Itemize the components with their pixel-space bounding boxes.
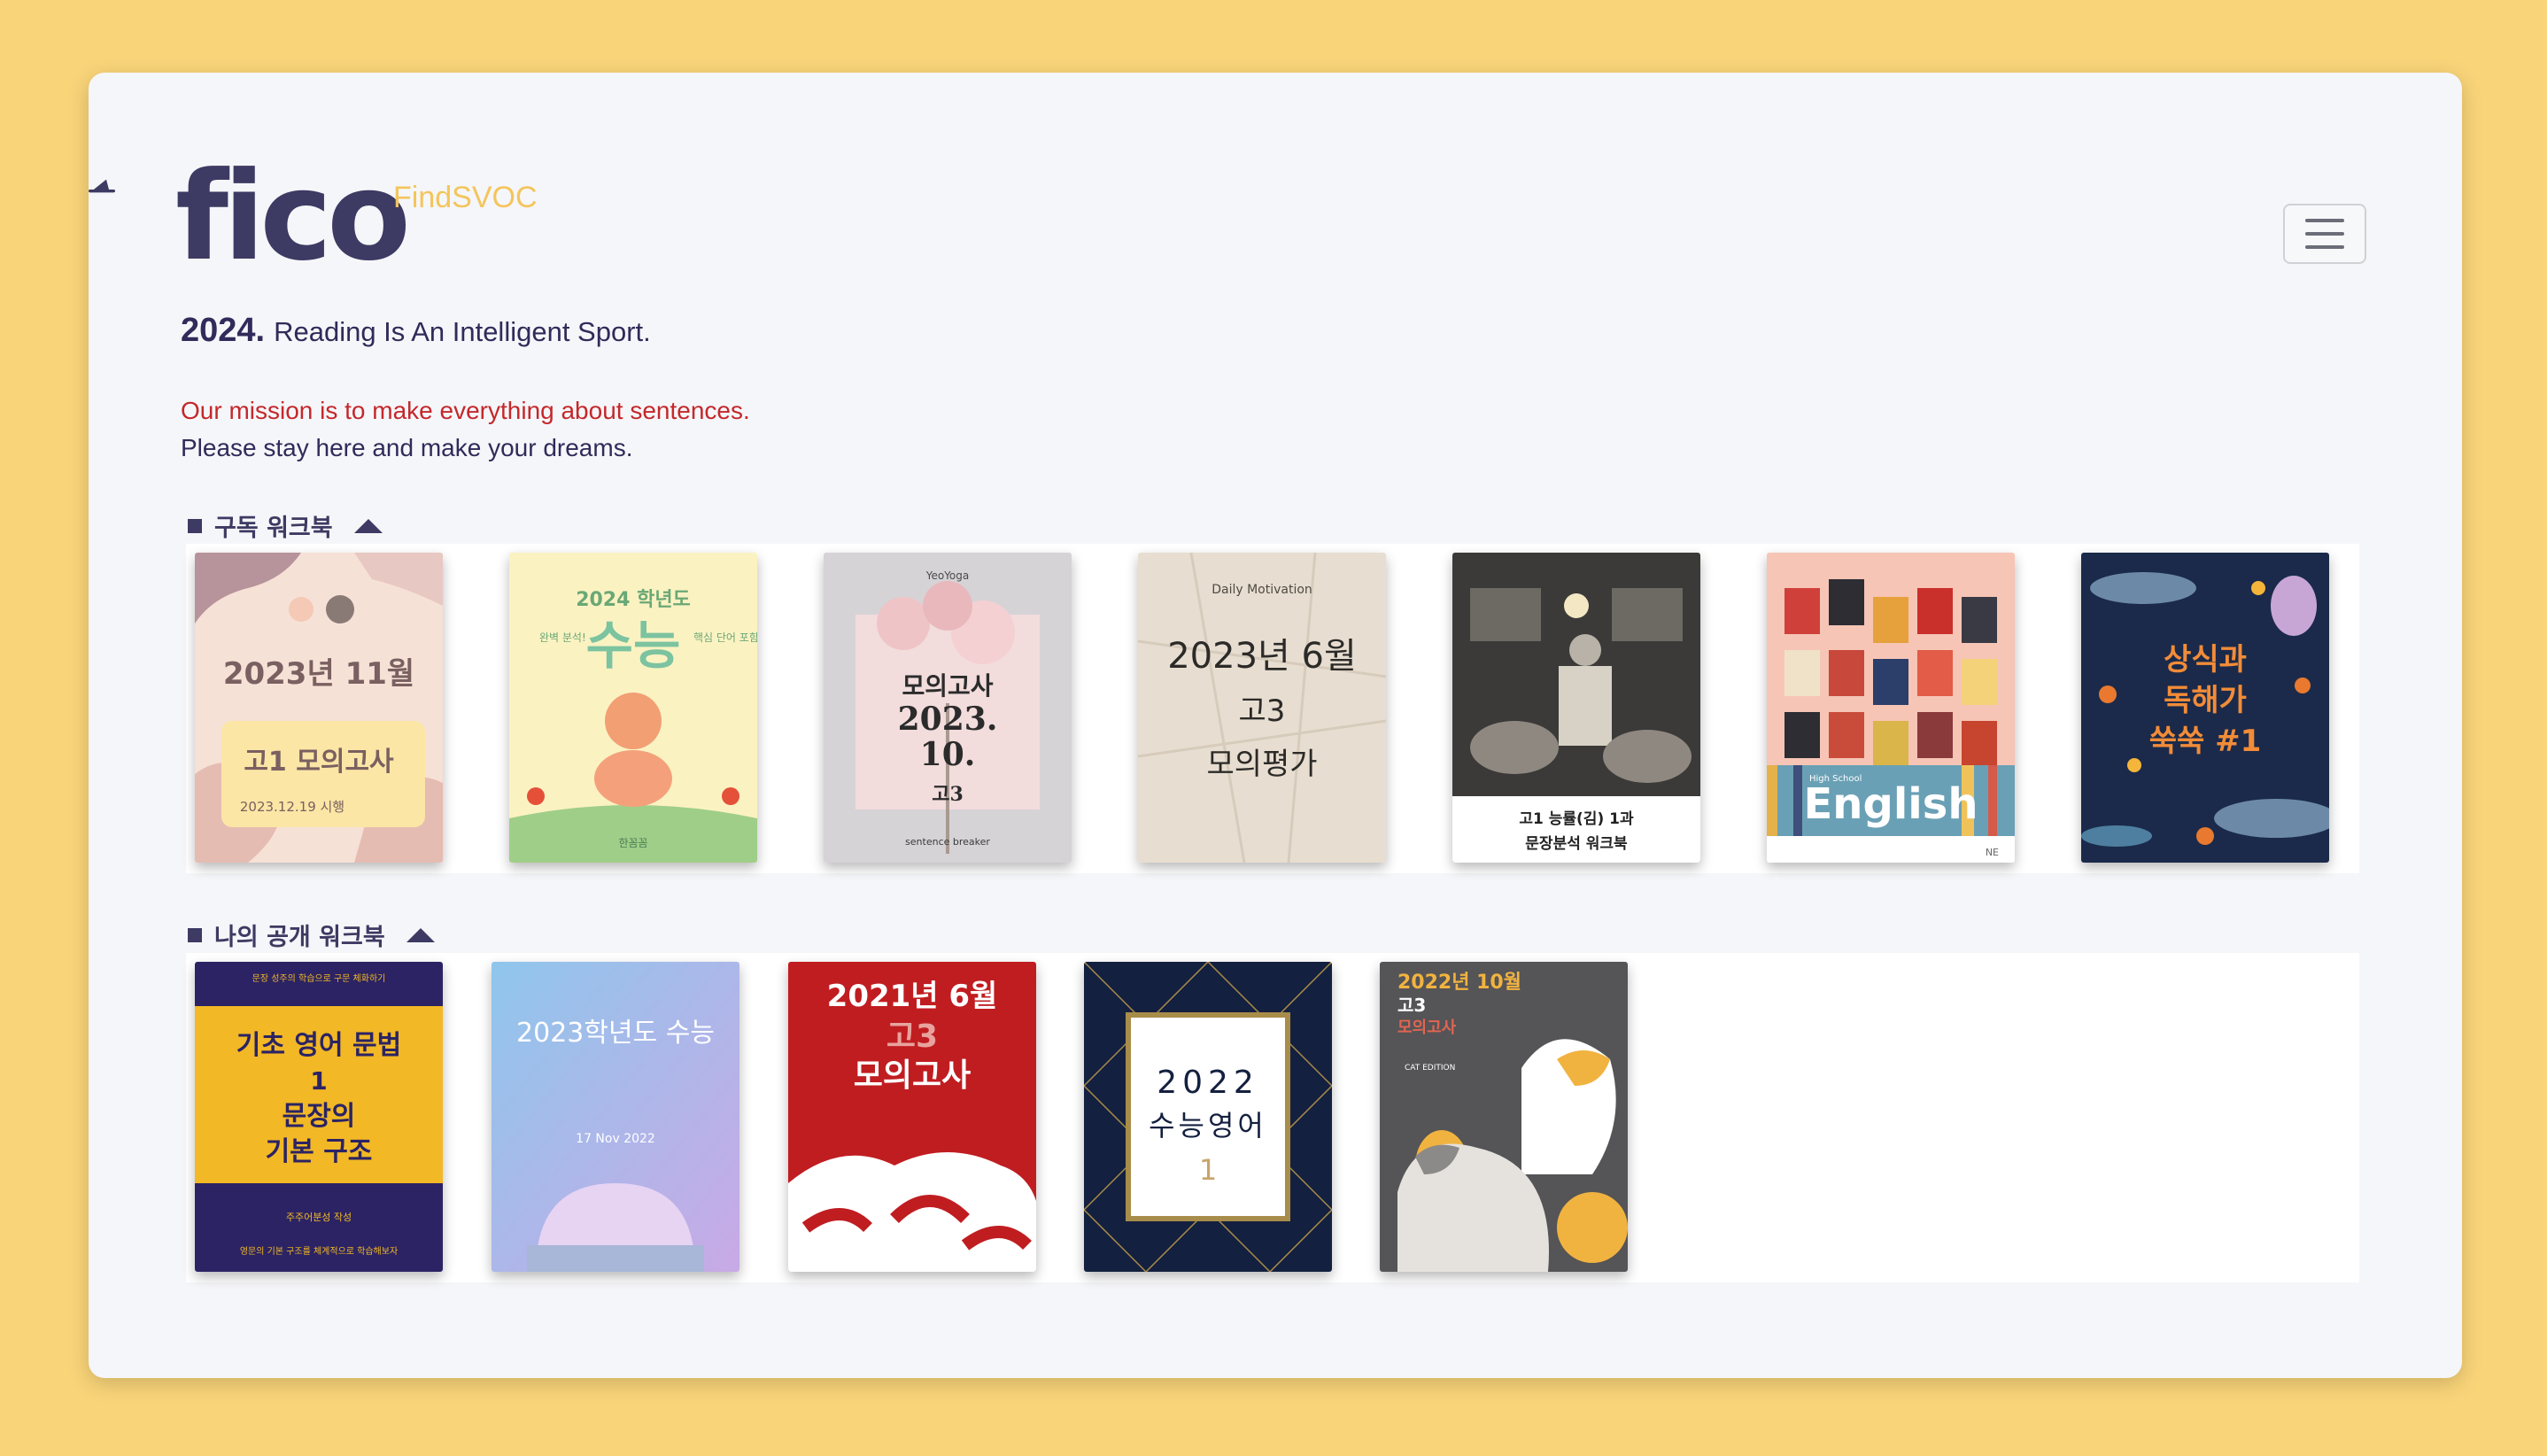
svg-text:고1 능률(김) 1과: 고1 능률(김) 1과 [1519,810,1634,828]
svg-text:2022년 10월: 2022년 10월 [1397,972,1521,994]
svg-text:기초 영어 문법: 기초 영어 문법 [236,1030,402,1061]
svg-text:2023학년도 수능: 2023학년도 수능 [516,1018,715,1049]
workbook-card[interactable]: YeoYoga 모의고사 2023. 10. 고3 sentence break… [824,553,1072,863]
svg-text:2024 학년도: 2024 학년도 [576,589,691,611]
workbook-card[interactable]: 2023년 11월 고1 모의고사 2023.12.19 시행 [195,553,443,863]
svg-text:완벽 분석!: 완벽 분석! [539,631,586,644]
svg-text:쑥쑥 #1: 쑥쑥 #1 [2149,724,2262,759]
svg-text:1: 1 [310,1066,327,1096]
svg-text:모의고사: 모의고사 [1397,1018,1457,1037]
svg-text:고3: 고3 [1397,995,1426,1016]
svg-text:영문의 기본 구조를 체계적으로 학습해보자: 영문의 기본 구조를 체계적으로 학습해보자 [240,1245,398,1257]
workbook-card[interactable]: High School English NE [1767,553,2015,863]
svg-text:주주어분성 작성: 주주어분성 작성 [286,1212,352,1223]
svg-text:17 Nov 2022: 17 Nov 2022 [576,1132,655,1146]
svg-text:YeoYoga: YeoYoga [925,569,970,582]
svg-text:sentence breaker: sentence breaker [905,836,990,848]
svg-text:핵심 단어 포함!: 핵심 단어 포함! [693,631,757,644]
workbook-card[interactable]: 2022 수능영어 1 [1084,962,1332,1272]
tagline-year: 2024. [181,312,266,349]
workbook-card[interactable]: 2022년 10월 고3 모의고사 CAT EDITION [1380,962,1628,1272]
svg-text:고3: 고3 [886,1018,938,1055]
tagline-text: Reading Is An Intelligent Sport. [274,316,651,347]
svg-text:문장의: 문장의 [283,1101,356,1132]
bullet-square-icon [188,518,202,533]
mission-line-2: Please stay here and make your dreams. [181,434,633,461]
svg-text:문장 성주의 학습으로 구문 체화하기: 문장 성주의 학습으로 구문 체화하기 [252,972,386,984]
svg-text:독해가: 독해가 [2164,683,2247,718]
collapse-arrow-icon[interactable] [406,927,435,942]
workbook-card[interactable]: 2024 학년도 수능 완벽 분석! 핵심 단어 포함! 한꼼꼼 [509,553,757,863]
subscribed-section-title[interactable]: 구독 워크북 [188,508,383,543]
tagline: 2024. Reading Is An Intelligent Sport. [181,312,651,350]
svg-text:2023년 6월: 2023년 6월 [1167,636,1357,677]
bullet-square-icon [188,927,202,942]
svg-text:한꼼꼼: 한꼼꼼 [618,837,647,849]
svg-text:Daily Motivation: Daily Motivation [1212,583,1312,597]
public-section-title[interactable]: 나의 공개 워크북 [188,918,435,952]
workbook-card[interactable]: 상식과 독해가 쑥쑥 #1 [2081,553,2329,863]
workbook-card[interactable]: 문장 성주의 학습으로 구문 체화하기 기초 영어 문법 1 문장의 기본 구조… [195,962,443,1272]
book-title: 2023년 11월 [223,656,414,692]
hamburger-menu-button[interactable] [2283,204,2366,264]
hamburger-menu-icon [2305,219,2344,222]
workbook-card[interactable]: 2023학년도 수능 17 Nov 2022 [492,962,739,1272]
logo-main: fico [175,145,411,288]
workbook-card[interactable]: 고1 능률(김) 1과 문장분석 워크북 [1452,553,1700,863]
svg-text:모의고사: 모의고사 [902,671,993,701]
svg-text:CAT EDITION: CAT EDITION [1405,1064,1455,1073]
svg-text:10.: 10. [920,736,976,773]
workbook-card[interactable]: Daily Motivation 2023년 6월 고3 모의평가 [1138,553,1386,863]
collapse-arrow-icon[interactable] [353,518,383,533]
logo-sub: FindSVOC [393,181,538,214]
svg-text:2023.12.19 시행: 2023.12.19 시행 [240,799,345,815]
svg-text:2021년 6월: 2021년 6월 [827,979,998,1014]
svg-text:English: English [1804,779,1978,829]
svg-text:고1 모의고사: 고1 모의고사 [244,747,394,778]
workbook-card[interactable]: 2021년 6월 고3 모의고사 [788,962,1036,1272]
svg-text:2022: 2022 [1157,1065,1259,1101]
svg-text:2023.: 2023. [898,701,998,738]
svg-text:모의고사: 모의고사 [854,1057,971,1094]
svg-text:수능영어: 수능영어 [1149,1109,1267,1142]
svg-text:상식과: 상식과 [2164,642,2247,678]
svg-text:모의평가: 모의평가 [1206,747,1317,782]
mission-line-1: Our mission is to make everything about … [181,397,750,424]
svg-text:기본 구조: 기본 구조 [266,1136,373,1167]
svg-text:1: 1 [1199,1153,1217,1187]
svg-text:수능: 수능 [586,616,681,676]
svg-text:NE: NE [1986,847,1999,858]
svg-text:고3: 고3 [932,783,964,806]
svg-text:문장분석 워크북: 문장분석 워크북 [1525,835,1628,853]
svg-text:고3: 고3 [1239,693,1286,729]
